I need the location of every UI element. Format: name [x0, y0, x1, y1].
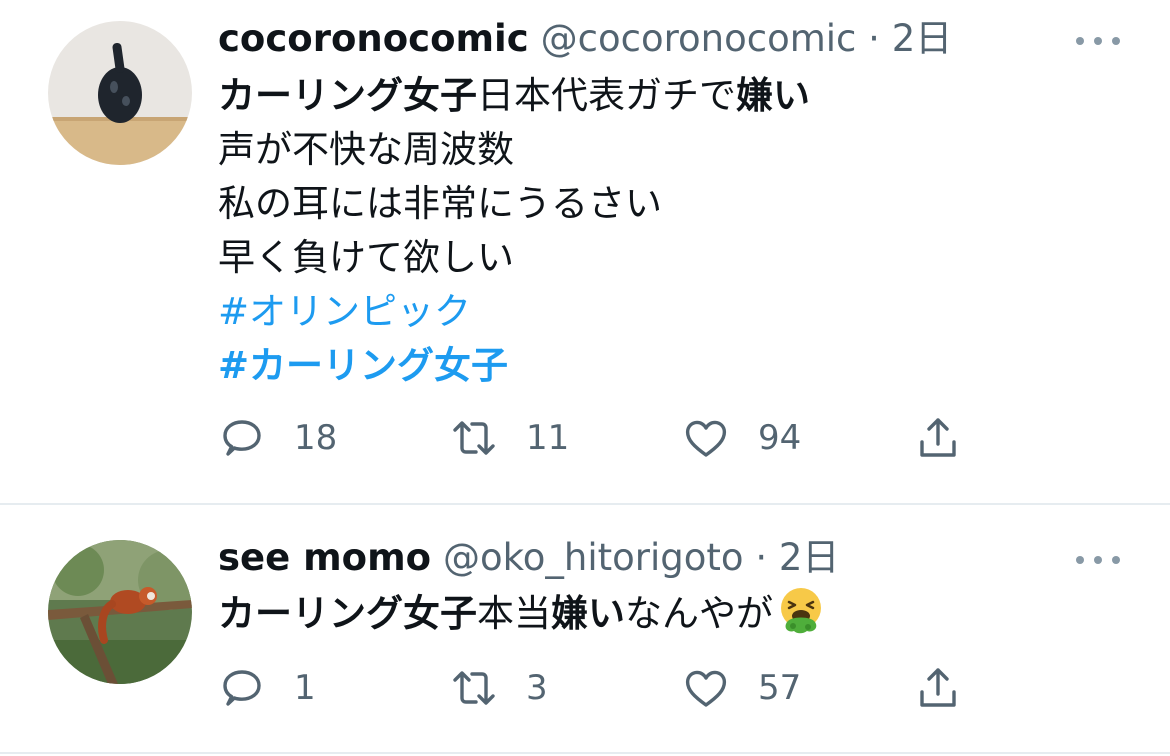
retweet-count: 11 — [526, 418, 570, 458]
avatar[interactable] — [48, 540, 192, 684]
avatar-image — [48, 540, 192, 684]
share-button[interactable] — [914, 664, 962, 712]
like-button[interactable]: 57 — [682, 664, 801, 712]
reply-icon — [223, 420, 261, 456]
divider — [0, 503, 1170, 505]
tweet-header: see momo @oko_hitorigoto · 2日 — [218, 534, 839, 582]
more-dot-icon — [1094, 37, 1102, 45]
plain-text: なんやが — [625, 592, 773, 635]
avatar[interactable] — [48, 21, 192, 165]
nauseated-vomiting-emoji-icon — [777, 586, 825, 649]
tweet-text: カーリング女子日本代表ガチで嫌い 声が不快な周波数 私の耳には非常にうるさい 早… — [218, 69, 810, 393]
bold-text: カーリング女子 — [218, 592, 477, 635]
tweet-line: カーリング女子日本代表ガチで嫌い — [218, 69, 810, 123]
more-dot-icon — [1076, 556, 1084, 564]
tweet-text: カーリング女子本当嫌いなんやが — [218, 586, 825, 640]
plain-text: 本当 — [477, 592, 551, 635]
like-count: 94 — [758, 418, 802, 458]
bold-text: 嫌い — [736, 74, 810, 117]
reply-count: 18 — [294, 418, 338, 458]
reply-button[interactable]: 18 — [218, 414, 337, 462]
display-name[interactable]: see momo — [218, 536, 431, 579]
heart-icon — [685, 670, 727, 707]
retweet-button[interactable]: 3 — [450, 664, 548, 712]
share-icon — [920, 668, 956, 707]
tweet-line: 早く負けて欲しい — [218, 236, 514, 279]
bold-text: カーリング女子 — [218, 74, 477, 117]
separator-dot: · — [868, 17, 880, 60]
retweet-button[interactable]: 11 — [450, 414, 569, 462]
more-dot-icon — [1094, 556, 1102, 564]
tweet-header: cocoronocomic @cocoronocomic · 2日 — [218, 15, 952, 63]
more-dot-icon — [1076, 37, 1084, 45]
user-handle[interactable]: @cocoronocomic — [541, 17, 857, 60]
retweet-count: 3 — [526, 668, 548, 708]
avatar-image — [48, 21, 192, 165]
heart-icon — [685, 420, 727, 457]
timestamp[interactable]: 2日 — [892, 17, 953, 60]
more-options-button[interactable] — [1076, 31, 1120, 51]
timestamp[interactable]: 2日 — [779, 536, 840, 579]
retweet-icon — [453, 421, 495, 455]
reply-count: 1 — [294, 668, 316, 708]
hashtag-link[interactable]: #カーリング女子 — [218, 339, 810, 393]
more-dot-icon — [1112, 556, 1120, 564]
display-name[interactable]: cocoronocomic — [218, 17, 529, 60]
like-count: 57 — [758, 668, 802, 708]
reply-button[interactable]: 1 — [218, 664, 316, 712]
tweet-line: カーリング女子本当嫌いなんやが — [218, 586, 825, 640]
share-button[interactable] — [914, 414, 962, 462]
plain-text: 日本代表ガチで — [477, 74, 736, 117]
retweet-icon — [453, 671, 495, 705]
tweet-actions: 1 3 57 — [218, 664, 978, 712]
hashtag-link[interactable]: #オリンピック — [218, 285, 810, 339]
tweet-line: 声が不快な周波数 — [218, 128, 514, 171]
more-dot-icon — [1112, 37, 1120, 45]
divider — [0, 752, 1170, 754]
tweet-actions: 18 11 94 — [218, 414, 978, 462]
share-icon — [920, 418, 956, 457]
bold-text: 嫌い — [551, 592, 625, 635]
separator-dot: · — [755, 536, 768, 579]
reply-icon — [223, 670, 261, 706]
more-options-button[interactable] — [1076, 550, 1120, 570]
tweet-line: 私の耳には非常にうるさい — [218, 182, 662, 225]
like-button[interactable]: 94 — [682, 414, 801, 462]
user-handle[interactable]: @oko_hitorigoto — [443, 536, 744, 579]
